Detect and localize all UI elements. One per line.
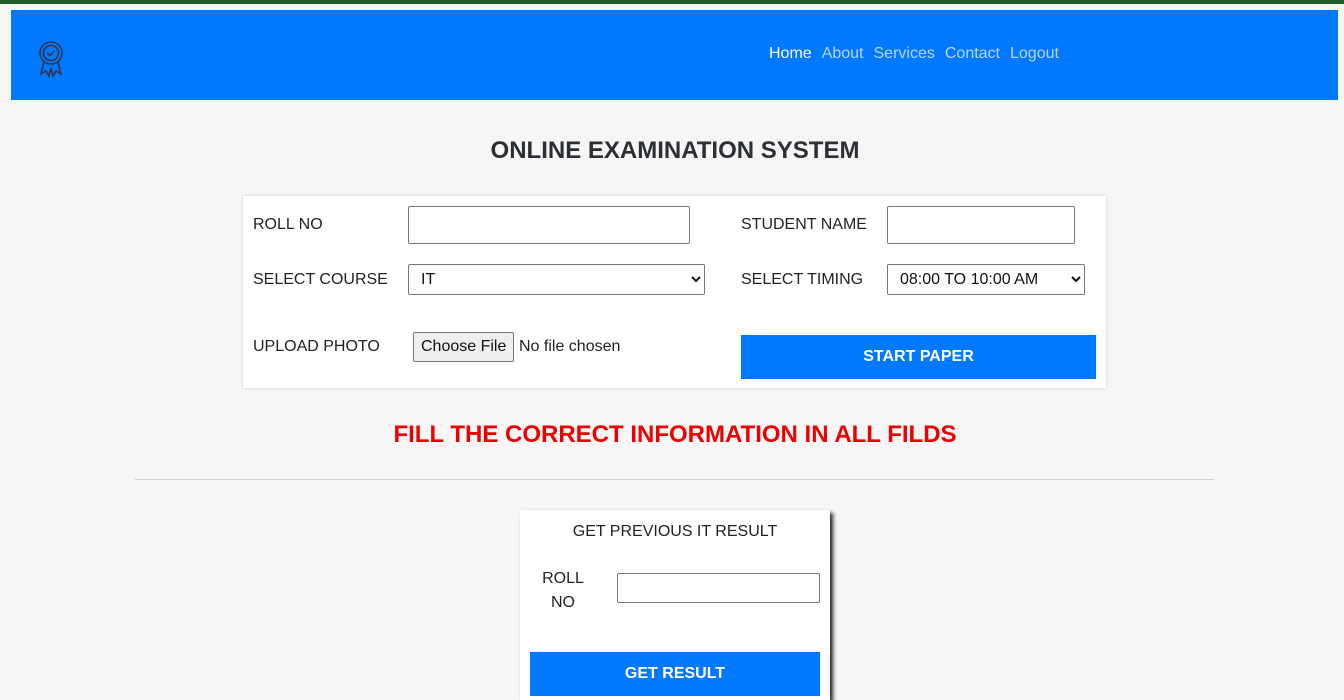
- award-badge-icon[interactable]: [35, 39, 67, 79]
- nav-contact[interactable]: Contact: [945, 45, 1000, 63]
- divider: [135, 479, 1214, 480]
- roll-no-label: ROLL NO: [253, 216, 323, 233]
- result-title: GET PREVIOUS IT RESULT: [572, 523, 778, 540]
- page-title: ONLINE EXAMINATION SYSTEM: [490, 137, 860, 164]
- nav-home[interactable]: Home: [769, 45, 812, 63]
- get-result-button[interactable]: GET RESULT: [530, 652, 820, 696]
- file-status: No file chosen: [519, 338, 621, 355]
- select-timing-label: SELECT TIMING: [741, 271, 864, 288]
- nav-services[interactable]: Services: [874, 45, 935, 63]
- nav-about[interactable]: About: [822, 45, 864, 63]
- timing-select[interactable]: 08:00 TO 10:00 AM: [887, 264, 1085, 295]
- student-name-label: STUDENT NAME: [741, 216, 867, 233]
- result-roll-input[interactable]: [617, 573, 820, 603]
- nav-logout[interactable]: Logout: [1010, 45, 1059, 63]
- top-border: [0, 0, 1344, 4]
- roll-no-input[interactable]: [408, 206, 690, 244]
- navbar: Home About Services Contact Logout: [11, 10, 1338, 100]
- choose-file-button[interactable]: Choose File: [413, 332, 515, 362]
- result-roll-label: ROLL NO: [542, 570, 584, 611]
- student-name-input[interactable]: [887, 206, 1075, 244]
- result-card: GET PREVIOUS IT RESULT ROLL NO GET RESUL…: [520, 510, 830, 700]
- course-select[interactable]: IT: [408, 264, 705, 295]
- select-course-label: SELECT COURSE: [253, 271, 388, 288]
- start-paper-button[interactable]: START PAPER: [741, 335, 1096, 379]
- exam-form: ROLL NO STUDENT NAME SELECT COURSE IT SE…: [243, 196, 1106, 388]
- validation-warning: FILL THE CORRECT INFORMATION IN ALL FILD…: [393, 421, 957, 448]
- upload-photo-label: UPLOAD PHOTO: [253, 338, 380, 355]
- nav-links: Home About Services Contact Logout: [769, 45, 1059, 63]
